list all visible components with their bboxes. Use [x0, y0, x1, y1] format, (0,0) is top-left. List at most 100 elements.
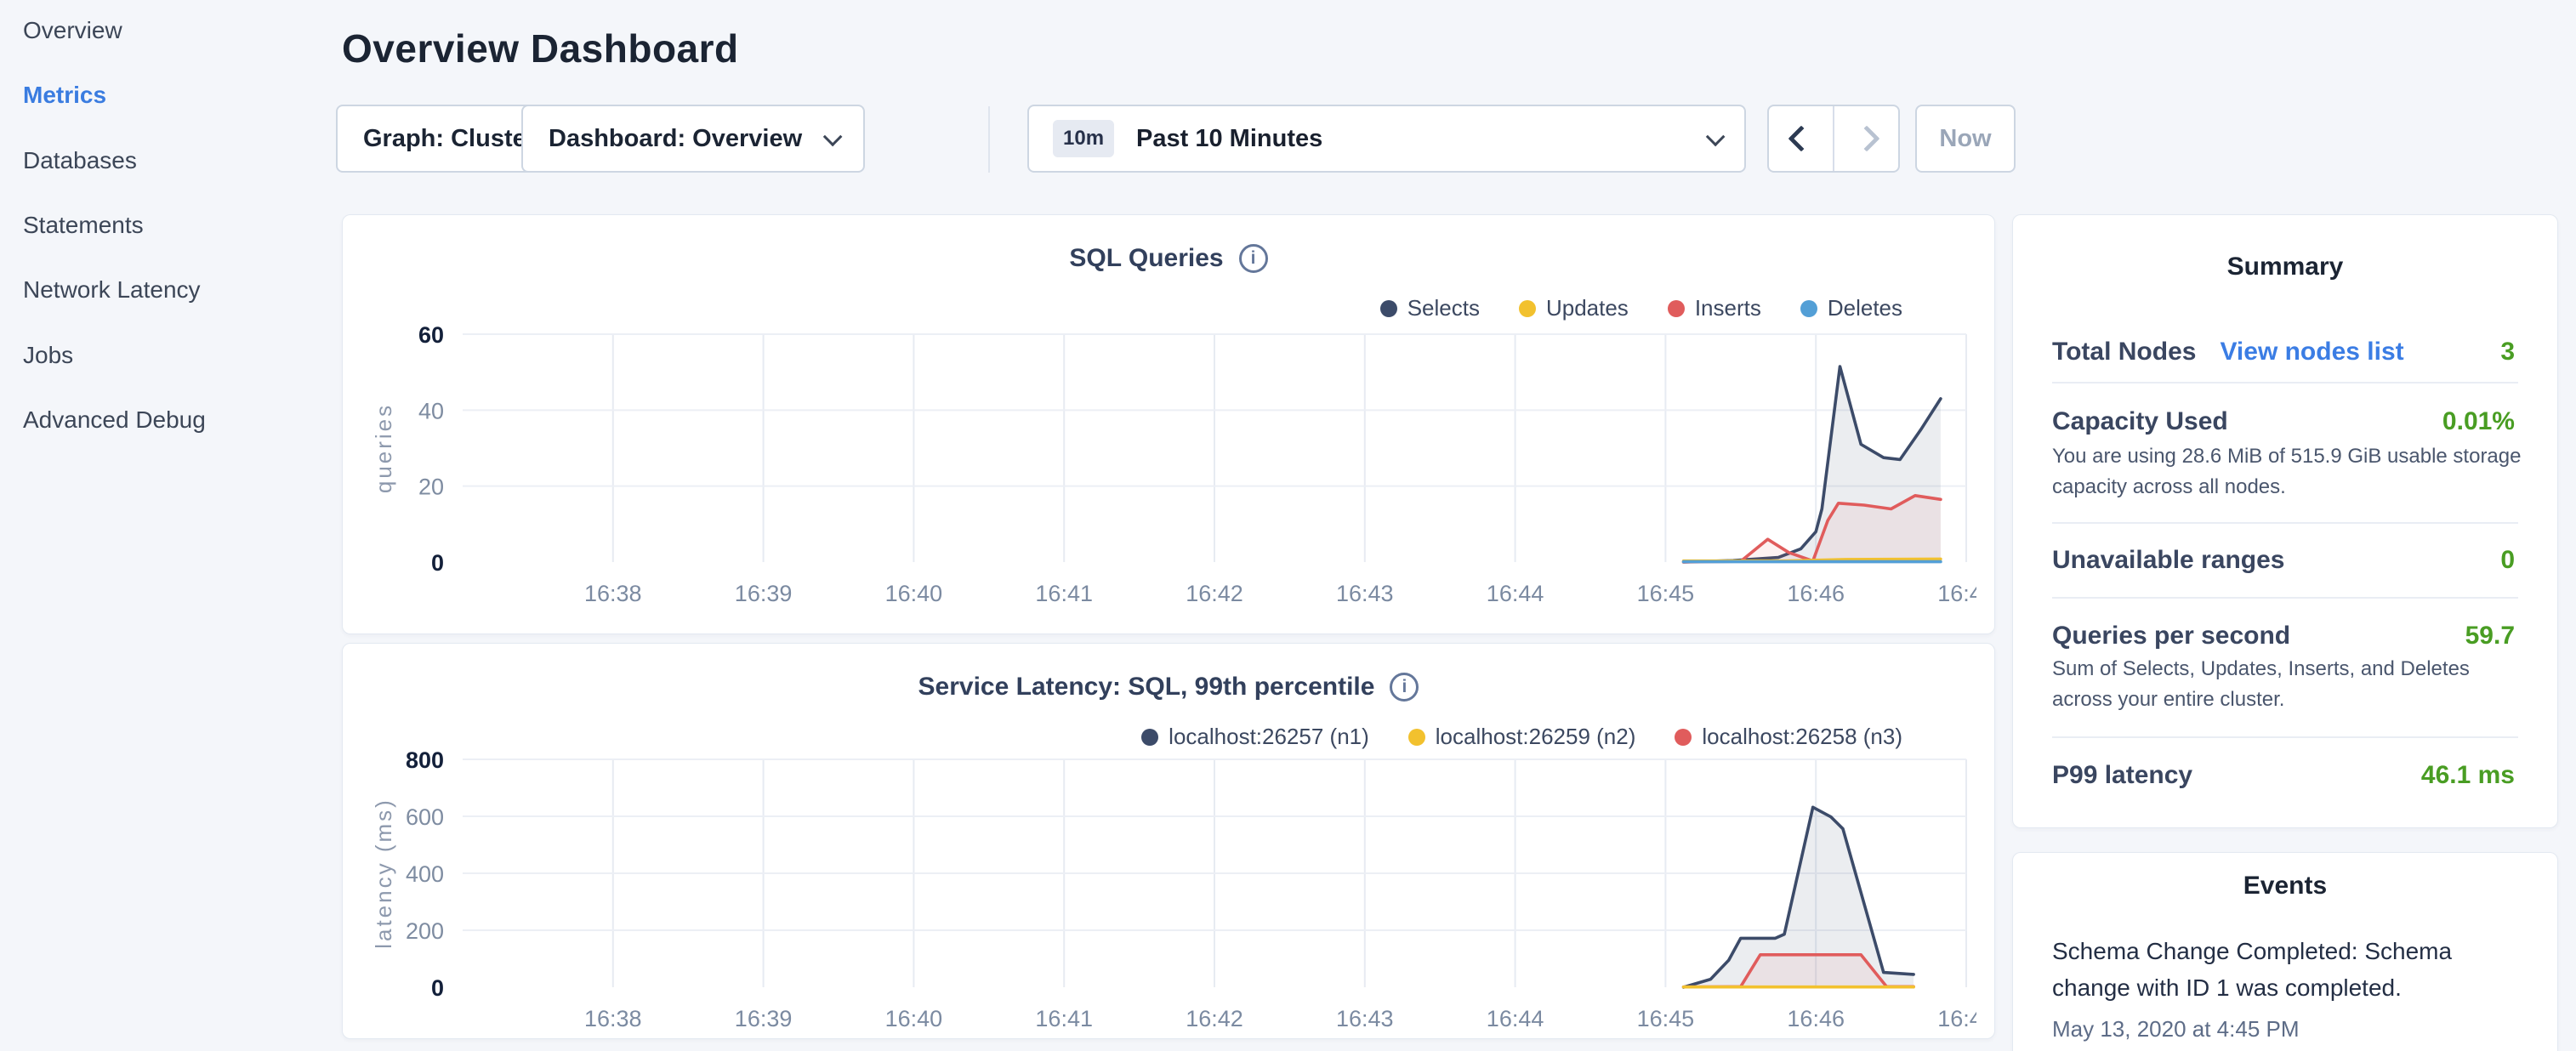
- service-latency-chart-canvas[interactable]: 16:3816:3916:4016:4116:4216:4316:4416:45…: [362, 751, 1976, 1040]
- legend-item[interactable]: localhost:26257 (n1): [1141, 724, 1369, 750]
- legend-dot-icon: [1141, 729, 1158, 746]
- service-latency-chart-card: Service Latency: SQL, 99th percentile i …: [342, 643, 1995, 1039]
- summary-row-p99-latency: P99 latency 46.1 ms: [2052, 756, 2515, 795]
- svg-text:16:44: 16:44: [1487, 581, 1544, 606]
- sidebar-item-databases[interactable]: Databases: [23, 142, 137, 179]
- chevron-down-icon: [1706, 128, 1726, 147]
- svg-text:16:38: 16:38: [584, 581, 642, 606]
- sql-queries-chart-canvas[interactable]: 16:3816:3916:4016:4116:4216:4316:4416:45…: [362, 326, 1976, 615]
- chevron-left-icon: [1788, 125, 1814, 151]
- view-nodes-list-link[interactable]: View nodes list: [2220, 338, 2403, 366]
- legend-item[interactable]: Deletes: [1800, 295, 1902, 321]
- qps-note: Sum of Selects, Updates, Inserts, and De…: [2052, 654, 2525, 715]
- summary-title: Summary: [2013, 253, 2557, 281]
- time-step-buttons: [1767, 105, 1900, 173]
- svg-text:16:41: 16:41: [1035, 1006, 1093, 1031]
- svg-text:16:40: 16:40: [885, 1006, 943, 1031]
- chart-legend: localhost:26257 (n1) localhost:26259 (n2)…: [1141, 724, 1902, 750]
- chart-title: Service Latency: SQL, 99th percentile: [918, 673, 1375, 702]
- svg-text:16:40: 16:40: [885, 581, 943, 606]
- legend-label: localhost:26257 (n1): [1169, 724, 1369, 750]
- total-nodes-value: 3: [2500, 338, 2515, 366]
- svg-text:queries: queries: [371, 403, 396, 493]
- svg-text:20: 20: [418, 474, 444, 500]
- dashboard-dropdown[interactable]: Dashboard: Overview: [521, 105, 865, 173]
- unavailable-ranges-label: Unavailable ranges: [2052, 546, 2284, 575]
- info-icon[interactable]: i: [1390, 673, 1419, 702]
- svg-text:16:45: 16:45: [1637, 581, 1695, 606]
- legend-dot-icon: [1675, 729, 1692, 746]
- svg-text:16:38: 16:38: [584, 1006, 642, 1031]
- svg-text:40: 40: [418, 398, 444, 423]
- sidebar: Overview Metrics Databases Statements Ne…: [0, 0, 323, 1051]
- svg-text:16:41: 16:41: [1035, 581, 1093, 606]
- time-window-badge: 10m: [1053, 120, 1114, 157]
- svg-text:16:42: 16:42: [1186, 581, 1243, 606]
- qps-label: Queries per second: [2052, 622, 2290, 650]
- sidebar-item-overview[interactable]: Overview: [23, 12, 122, 49]
- svg-text:16:43: 16:43: [1336, 581, 1394, 606]
- summary-row-unavailable-ranges: Unavailable ranges 0: [2052, 541, 2515, 580]
- toolbar-divider: [988, 106, 990, 173]
- legend-dot-icon: [1519, 300, 1536, 317]
- chart-legend: Selects Updates Inserts Deletes: [1380, 295, 1902, 321]
- svg-text:200: 200: [406, 918, 444, 944]
- svg-text:16:47: 16:47: [1937, 581, 1976, 606]
- total-nodes-label: Total Nodes: [2052, 338, 2196, 366]
- legend-item[interactable]: Selects: [1380, 295, 1480, 321]
- legend-dot-icon: [1408, 729, 1425, 746]
- svg-text:16:39: 16:39: [735, 1006, 793, 1031]
- unavailable-ranges-value: 0: [2500, 546, 2515, 575]
- events-panel: Events Schema Change Completed: Schema c…: [2012, 852, 2558, 1051]
- sidebar-item-statements[interactable]: Statements: [23, 207, 144, 244]
- p99-latency-label: P99 latency: [2052, 761, 2192, 790]
- legend-item[interactable]: localhost:26259 (n2): [1408, 724, 1636, 750]
- sidebar-item-metrics[interactable]: Metrics: [23, 77, 106, 114]
- svg-text:16:46: 16:46: [1787, 1006, 1845, 1031]
- metrics-page: Overview Metrics Databases Statements Ne…: [0, 0, 2576, 1051]
- graph-scope-label: Graph: Cluster: [363, 125, 536, 153]
- qps-value: 59.7: [2465, 622, 2515, 650]
- time-window-label: Past 10 Minutes: [1136, 125, 1322, 153]
- event-list-item[interactable]: Schema Change Completed: Schema change w…: [2052, 933, 2477, 1006]
- time-range-selector[interactable]: 10m Past 10 Minutes: [1027, 105, 1746, 173]
- svg-text:400: 400: [406, 861, 444, 887]
- svg-text:16:47: 16:47: [1937, 1006, 1976, 1031]
- summary-row-capacity: Capacity Used 0.01%: [2052, 402, 2515, 441]
- capacity-used-value: 0.01%: [2442, 407, 2515, 436]
- p99-latency-value: 46.1 ms: [2421, 761, 2515, 790]
- chevron-right-icon: [1853, 125, 1879, 151]
- legend-item[interactable]: localhost:26258 (n3): [1675, 724, 1902, 750]
- sidebar-item-jobs[interactable]: Jobs: [23, 337, 73, 374]
- divider: [2052, 522, 2518, 524]
- event-timestamp: May 13, 2020 at 4:45 PM: [2052, 1016, 2300, 1042]
- svg-text:600: 600: [406, 804, 444, 830]
- legend-dot-icon: [1800, 300, 1817, 317]
- legend-dot-icon: [1668, 300, 1685, 317]
- svg-text:latency (ms): latency (ms): [371, 798, 396, 949]
- divider: [2052, 736, 2518, 738]
- svg-text:800: 800: [406, 751, 444, 773]
- svg-text:16:42: 16:42: [1186, 1006, 1243, 1031]
- legend-label: localhost:26258 (n3): [1702, 724, 1902, 750]
- sidebar-item-network-latency[interactable]: Network Latency: [23, 271, 201, 309]
- legend-label: Deletes: [1828, 295, 1902, 321]
- divider: [2052, 382, 2518, 383]
- summary-row-total-nodes: Total Nodes View nodes list 3: [2052, 332, 2515, 372]
- legend-item[interactable]: Inserts: [1668, 295, 1761, 321]
- svg-text:16:44: 16:44: [1487, 1006, 1544, 1031]
- next-timeframe-button[interactable]: [1834, 106, 1898, 171]
- sidebar-item-advanced-debug[interactable]: Advanced Debug: [23, 401, 206, 439]
- previous-timeframe-button[interactable]: [1769, 106, 1834, 171]
- legend-label: Inserts: [1695, 295, 1761, 321]
- events-title: Events: [2013, 872, 2557, 900]
- now-button[interactable]: Now: [1915, 105, 2016, 173]
- svg-text:16:45: 16:45: [1637, 1006, 1695, 1031]
- svg-text:0: 0: [431, 550, 444, 576]
- legend-label: Updates: [1546, 295, 1629, 321]
- capacity-note: You are using 28.6 MiB of 515.9 GiB usab…: [2052, 441, 2525, 503]
- legend-label: localhost:26259 (n2): [1436, 724, 1636, 750]
- legend-item[interactable]: Updates: [1519, 295, 1629, 321]
- svg-text:16:46: 16:46: [1787, 581, 1845, 606]
- info-icon[interactable]: i: [1239, 244, 1268, 273]
